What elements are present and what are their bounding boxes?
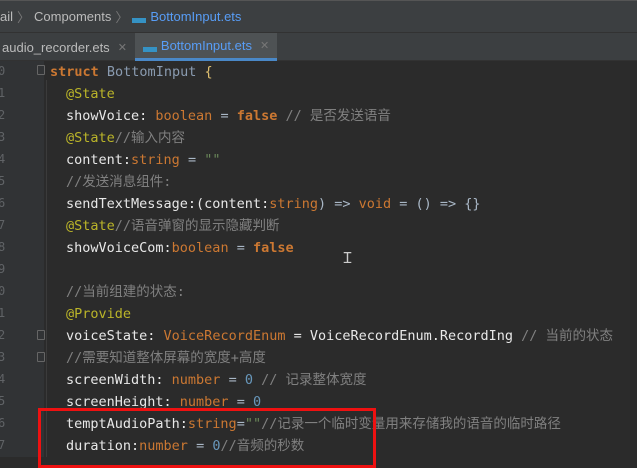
fold-icon[interactable] bbox=[37, 330, 45, 340]
line-number: 4 bbox=[0, 152, 6, 166]
code-line: @State bbox=[66, 86, 115, 102]
tab-audio-recorder[interactable]: audio_recorder.ets ✕ bbox=[0, 33, 135, 61]
code-editor[interactable]: struct BottomInput { @State showVoice: b… bbox=[0, 61, 637, 457]
code-line: showVoiceCom:boolean = false bbox=[66, 240, 294, 256]
line-number: 5 bbox=[0, 394, 6, 408]
tab-bottominput[interactable]: BottomInput.ets ✕ bbox=[134, 33, 278, 61]
code-line: struct BottomInput { bbox=[50, 64, 213, 80]
line-number: 2 bbox=[0, 328, 6, 342]
tab-label: BottomInput.ets bbox=[160, 38, 252, 53]
breadcrumb: ail 〉 Compoments 〉 BottomInput.ets bbox=[0, 0, 637, 33]
code-line: @Provide bbox=[66, 306, 132, 322]
line-number: 3 bbox=[0, 130, 6, 144]
close-icon[interactable]: ✕ bbox=[118, 41, 127, 54]
editor-tabs: audio_recorder.ets ✕ BottomInput.ets ✕ bbox=[0, 33, 637, 61]
code-line: @State//输入内容 bbox=[66, 130, 186, 146]
line-number: 0 bbox=[0, 284, 6, 298]
breadcrumb-item[interactable]: BottomInput.ets bbox=[150, 9, 241, 24]
highlight-box bbox=[38, 408, 376, 468]
code-line: showVoice: boolean = false // 是否发送语音 bbox=[66, 108, 391, 124]
text-cursor-icon: Ｉ bbox=[340, 249, 356, 267]
line-number: 6 bbox=[0, 416, 6, 430]
code-line: content:string = "" bbox=[66, 152, 221, 168]
line-number: 6 bbox=[0, 196, 6, 210]
breadcrumb-item[interactable]: Compoments bbox=[34, 9, 111, 24]
tab-label: audio_recorder.ets bbox=[2, 39, 110, 55]
line-number: 3 bbox=[0, 350, 6, 364]
close-icon[interactable]: ✕ bbox=[260, 39, 269, 52]
line-number: 1 bbox=[0, 86, 6, 100]
code-line: //需要知道整体屏幕的宽度+高度 bbox=[66, 350, 266, 366]
line-number: 8 bbox=[0, 240, 6, 254]
line-number: 7 bbox=[0, 218, 6, 232]
code-line: //发送消息组件: bbox=[66, 174, 172, 190]
code-line: @State//语音弹窗的显示隐藏判断 bbox=[66, 218, 280, 234]
line-number: 1 bbox=[0, 306, 6, 320]
fold-icon[interactable] bbox=[37, 352, 45, 362]
line-number: 7 bbox=[0, 438, 6, 452]
fold-icon[interactable] bbox=[37, 65, 45, 75]
line-number: 2 bbox=[0, 108, 6, 122]
code-line: voiceState: VoiceRecordEnum = VoiceRecor… bbox=[66, 328, 614, 344]
line-number: 4 bbox=[0, 372, 6, 386]
line-number: 5 bbox=[0, 174, 6, 188]
line-number: 0 bbox=[0, 64, 6, 78]
breadcrumb-item[interactable]: ail bbox=[0, 9, 13, 24]
ets-file-icon bbox=[142, 40, 157, 52]
code-line: //当前组建的状态: bbox=[66, 284, 185, 300]
code-line: sendTextMessage:(content:string) => void… bbox=[66, 196, 481, 212]
ets-file-icon bbox=[132, 11, 147, 23]
line-number: 9 bbox=[0, 262, 6, 276]
code-line: screenWidth: number = 0 // 记录整体宽度 bbox=[66, 372, 367, 388]
